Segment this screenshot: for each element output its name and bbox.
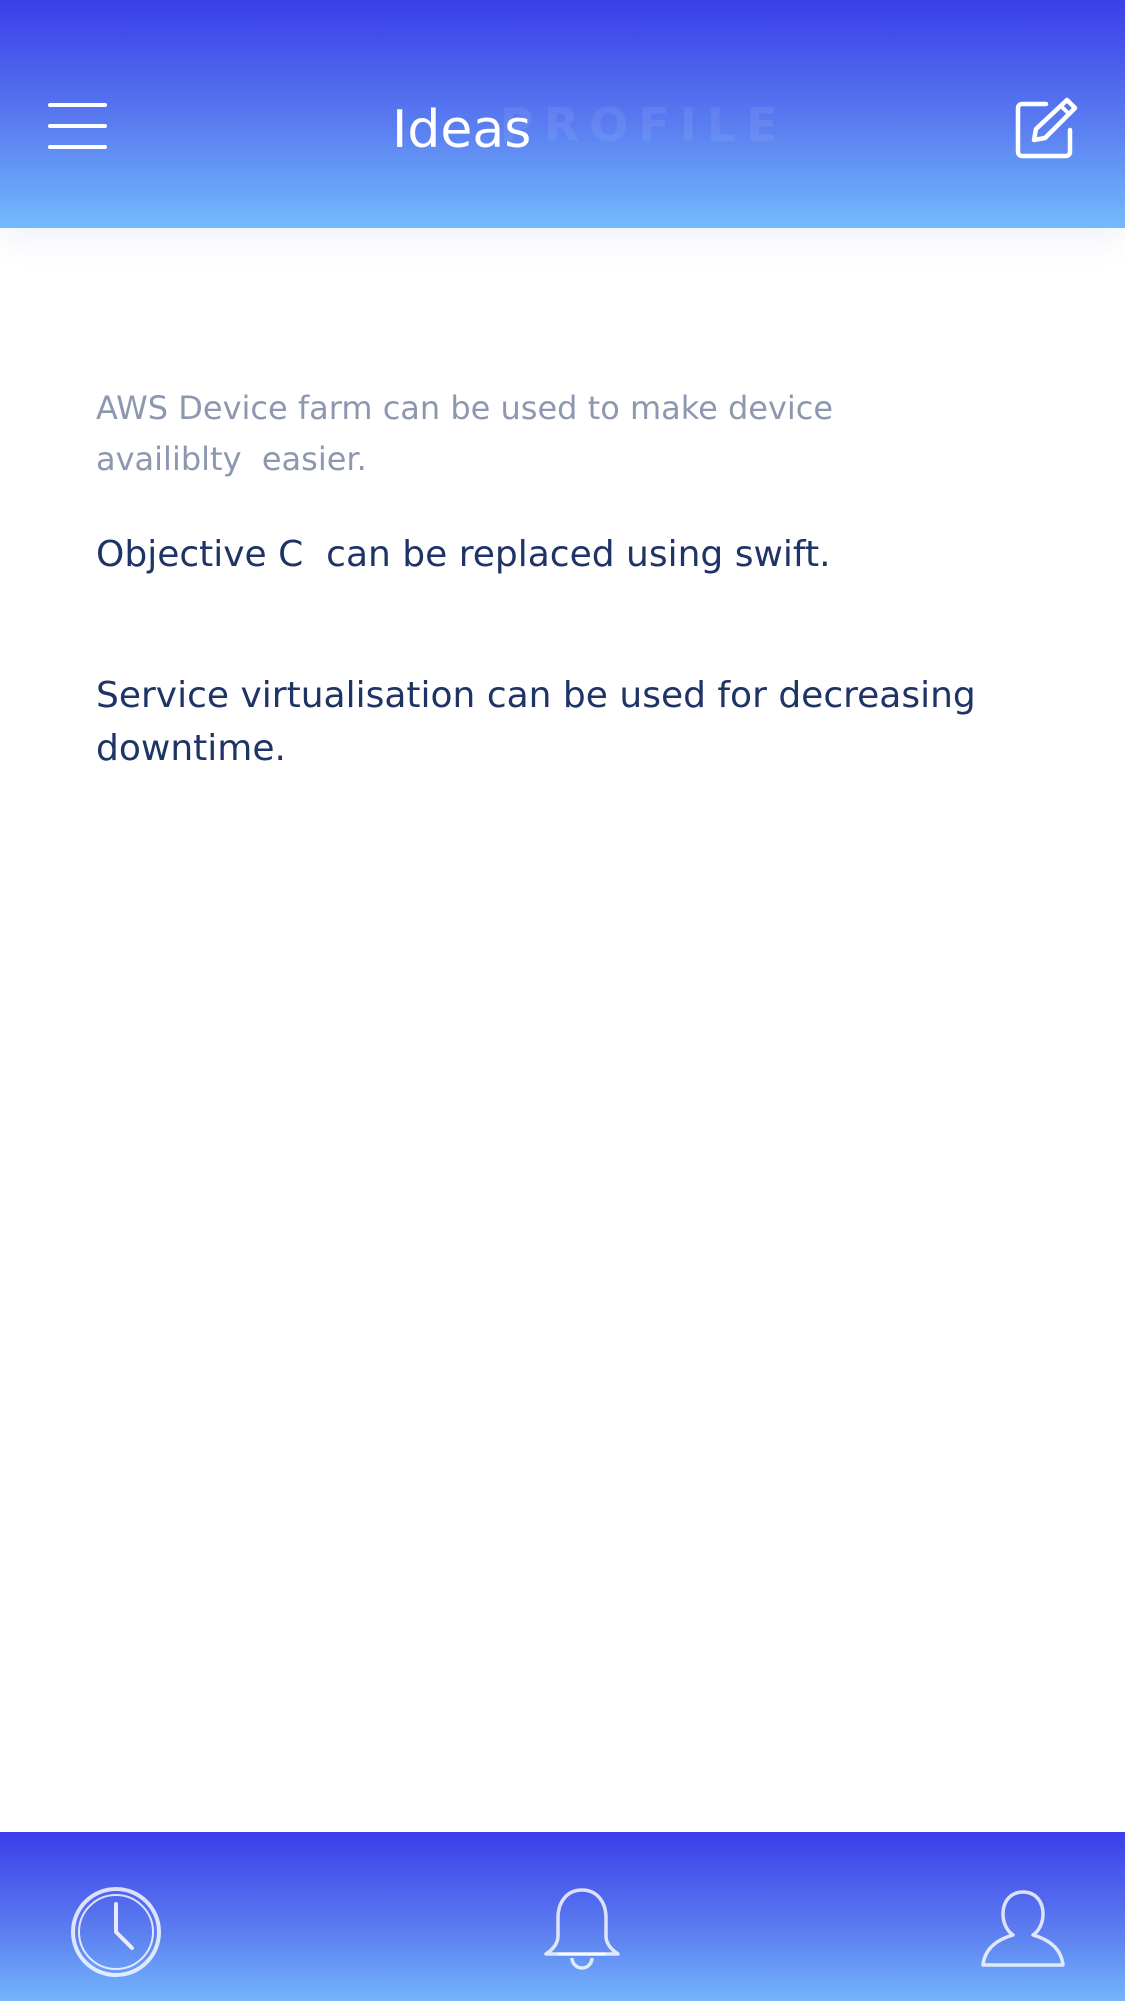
compose-button[interactable]	[1012, 94, 1080, 162]
ghost-title: PROFILE	[500, 98, 788, 152]
tab-notifications[interactable]	[534, 1884, 630, 1984]
hamburger-menu-icon-bar	[48, 124, 107, 128]
ideas-list: AWS Device farm can be used to make devi…	[0, 228, 1125, 1832]
menu-button[interactable]	[48, 103, 108, 149]
user-icon	[981, 1890, 1065, 1967]
tab-history[interactable]	[68, 1884, 164, 1984]
bell-icon	[544, 1888, 620, 1970]
header-bar: PROFILE Ideas	[0, 0, 1125, 228]
hamburger-menu-icon	[48, 103, 107, 107]
ideas-screen: PROFILE Ideas AWS Device farm can be use…	[0, 0, 1125, 2001]
tab-profile[interactable]	[975, 1884, 1071, 1984]
idea-item[interactable]: Objective C can be replaced using swift.	[96, 528, 1036, 581]
bottom-tab-bar	[0, 1832, 1125, 2001]
page-title: Ideas	[392, 100, 532, 160]
idea-item[interactable]: AWS Device farm can be used to make devi…	[96, 383, 1036, 485]
compose-edit-icon	[1015, 97, 1078, 159]
idea-item[interactable]: Service virtualisation can be used for d…	[96, 669, 1036, 775]
clock-icon	[71, 1887, 161, 1977]
hamburger-menu-icon-bar	[48, 145, 107, 149]
